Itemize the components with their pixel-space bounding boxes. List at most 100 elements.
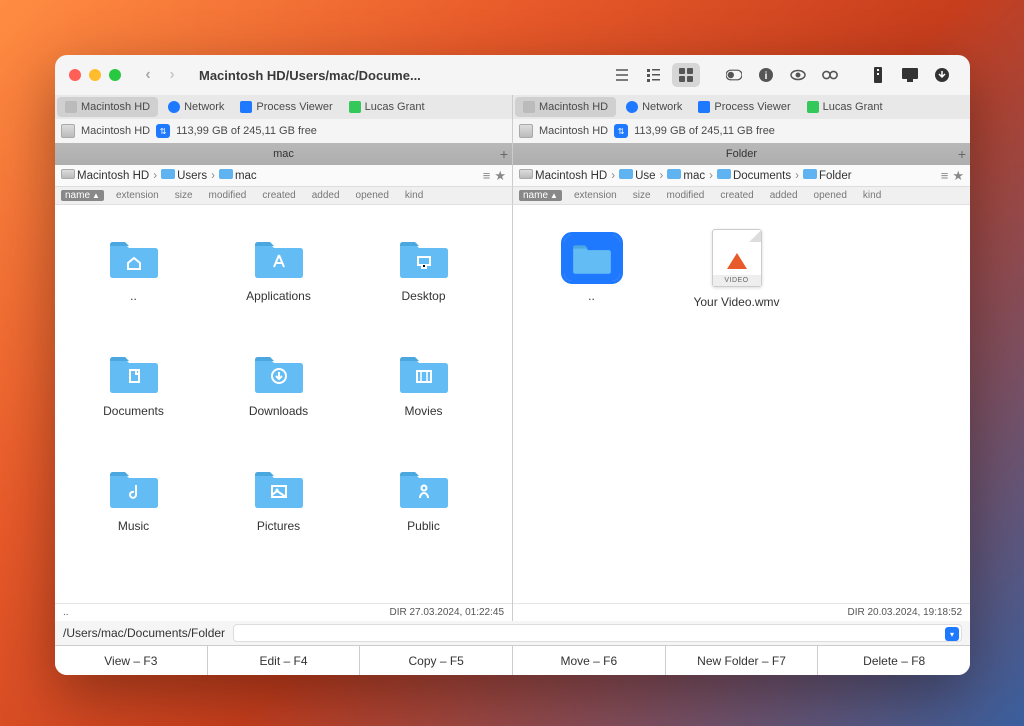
file-item[interactable]: .. bbox=[519, 211, 664, 326]
column-modified[interactable]: modified bbox=[201, 190, 255, 201]
column-header-right: name▲ extensionsizemodifiedcreatedaddedop… bbox=[513, 187, 970, 205]
video-file-icon: VIDEO bbox=[712, 229, 762, 287]
forward-button[interactable]: › bbox=[163, 66, 181, 84]
toggle-button[interactable] bbox=[720, 63, 748, 87]
file-item[interactable]: Pictures bbox=[206, 441, 351, 556]
column-name[interactable]: name▲ bbox=[61, 190, 104, 201]
add-tab-icon[interactable]: + bbox=[500, 146, 508, 162]
drive-tab-network[interactable]: Network bbox=[618, 95, 690, 119]
pane-right: ..VIDEOYour Video.wmv DIR 20.03.2024, 19… bbox=[513, 205, 970, 621]
toolbar-right: i bbox=[608, 63, 956, 87]
drive-tab-macintosh-hd[interactable]: Macintosh HD bbox=[515, 97, 616, 117]
column-created[interactable]: created bbox=[254, 190, 303, 201]
drive-tab-process-viewer[interactable]: Process Viewer bbox=[690, 95, 798, 119]
drive-tab-lucas-grant[interactable]: Lucas Grant bbox=[341, 95, 433, 119]
disk-switcher[interactable]: ⇅ bbox=[614, 124, 628, 138]
favorite-icon[interactable]: ★ bbox=[494, 168, 506, 184]
file-item[interactable]: Documents bbox=[61, 326, 206, 441]
file-item[interactable]: Desktop bbox=[351, 211, 496, 326]
column-extension[interactable]: extension bbox=[566, 190, 625, 201]
footer-delete-button[interactable]: Delete – F8 bbox=[818, 646, 970, 675]
zoom-button[interactable] bbox=[109, 69, 121, 81]
file-item[interactable]: Applications bbox=[206, 211, 351, 326]
breadcrumb-segment[interactable]: Macintosh HD bbox=[519, 169, 607, 182]
breadcrumb-segment[interactable]: Users bbox=[161, 169, 207, 182]
column-kind[interactable]: kind bbox=[855, 190, 889, 201]
traffic-lights bbox=[69, 69, 121, 81]
breadcrumb-segment[interactable]: Folder bbox=[803, 169, 852, 182]
file-item[interactable]: Music bbox=[61, 441, 206, 556]
file-label: Movies bbox=[404, 404, 442, 418]
download-button[interactable] bbox=[928, 63, 956, 87]
view-mode-icon[interactable]: ≡ bbox=[483, 168, 491, 184]
file-label: Public bbox=[407, 519, 440, 533]
folder-icon bbox=[106, 465, 162, 511]
search-button[interactable] bbox=[816, 63, 844, 87]
footer-edit-button[interactable]: Edit – F4 bbox=[208, 646, 361, 675]
footer-view-button[interactable]: View – F3 bbox=[55, 646, 208, 675]
breadcrumb-segment[interactable]: mac bbox=[667, 169, 705, 182]
column-name[interactable]: name▲ bbox=[519, 190, 562, 201]
file-grid-right[interactable]: ..VIDEOYour Video.wmv bbox=[513, 205, 970, 603]
close-button[interactable] bbox=[69, 69, 81, 81]
add-tab-icon[interactable]: + bbox=[958, 146, 966, 162]
proc-icon bbox=[240, 101, 252, 113]
disk-info-left: Macintosh HD ⇅ 113,99 GB of 245,11 GB fr… bbox=[55, 119, 513, 143]
disk-switcher[interactable]: ⇅ bbox=[156, 124, 170, 138]
list-view-button[interactable] bbox=[608, 63, 636, 87]
folder-icon bbox=[717, 169, 731, 179]
file-label: Desktop bbox=[401, 289, 445, 303]
footer-move-button[interactable]: Move – F6 bbox=[513, 646, 666, 675]
breadcrumb-left: Macintosh HD›Users›mac≡★ bbox=[55, 165, 513, 187]
drive-tab-process-viewer[interactable]: Process Viewer bbox=[232, 95, 340, 119]
minimize-button[interactable] bbox=[89, 69, 101, 81]
path-input[interactable]: ▾ bbox=[233, 624, 962, 642]
folder-icon bbox=[161, 169, 175, 179]
dropdown-icon[interactable]: ▾ bbox=[945, 627, 959, 641]
drive-tab-network[interactable]: Network bbox=[160, 95, 232, 119]
drive-tab-lucas-grant[interactable]: Lucas Grant bbox=[799, 95, 891, 119]
column-size[interactable]: size bbox=[167, 190, 201, 201]
quicklook-button[interactable] bbox=[784, 63, 812, 87]
drive-icon bbox=[349, 101, 361, 113]
breadcrumb-segment[interactable]: Documents bbox=[717, 169, 791, 182]
column-extension[interactable]: extension bbox=[108, 190, 167, 201]
drive-tab-macintosh-hd[interactable]: Macintosh HD bbox=[57, 97, 158, 117]
file-item[interactable]: Movies bbox=[351, 326, 496, 441]
footer-new-button[interactable]: New Folder – F7 bbox=[666, 646, 819, 675]
pane-tab-left[interactable]: mac+ bbox=[55, 143, 513, 165]
column-added[interactable]: added bbox=[762, 190, 806, 201]
favorite-icon[interactable]: ★ bbox=[952, 168, 964, 184]
folder-icon bbox=[106, 350, 162, 396]
disk-free: 113,99 GB of 245,11 GB free bbox=[176, 125, 317, 137]
breadcrumb-segment[interactable]: mac bbox=[219, 169, 257, 182]
breadcrumb-segment[interactable]: Macintosh HD bbox=[61, 169, 149, 182]
file-item[interactable]: Downloads bbox=[206, 326, 351, 441]
breadcrumb-segment[interactable]: Use bbox=[619, 169, 655, 182]
pane-tab-right[interactable]: Folder+ bbox=[513, 143, 970, 165]
column-view-button[interactable] bbox=[640, 63, 668, 87]
file-item[interactable]: .. bbox=[61, 211, 206, 326]
file-label: Music bbox=[118, 519, 149, 533]
column-kind[interactable]: kind bbox=[397, 190, 431, 201]
view-mode-icon[interactable]: ≡ bbox=[941, 168, 949, 184]
file-item[interactable]: VIDEOYour Video.wmv bbox=[664, 211, 809, 326]
column-created[interactable]: created bbox=[712, 190, 761, 201]
disk-icon bbox=[61, 169, 75, 179]
nav-arrows: ‹ › bbox=[139, 66, 181, 84]
file-item[interactable]: Public bbox=[351, 441, 496, 556]
folder-icon bbox=[396, 465, 452, 511]
back-button[interactable]: ‹ bbox=[139, 66, 157, 84]
column-opened[interactable]: opened bbox=[348, 190, 397, 201]
column-added[interactable]: added bbox=[304, 190, 348, 201]
column-size[interactable]: size bbox=[625, 190, 659, 201]
column-modified[interactable]: modified bbox=[659, 190, 713, 201]
compress-button[interactable] bbox=[864, 63, 892, 87]
grid-view-button[interactable] bbox=[672, 63, 700, 87]
info-button[interactable]: i bbox=[752, 63, 780, 87]
desktop-button[interactable] bbox=[896, 63, 924, 87]
footer-copy-button[interactable]: Copy – F5 bbox=[360, 646, 513, 675]
titlebar: ‹ › Macintosh HD/Users/mac/Docume... i bbox=[55, 55, 970, 95]
column-opened[interactable]: opened bbox=[806, 190, 855, 201]
file-grid-left[interactable]: ..Applications Desktop DocumentsDownloads M… bbox=[55, 205, 512, 603]
